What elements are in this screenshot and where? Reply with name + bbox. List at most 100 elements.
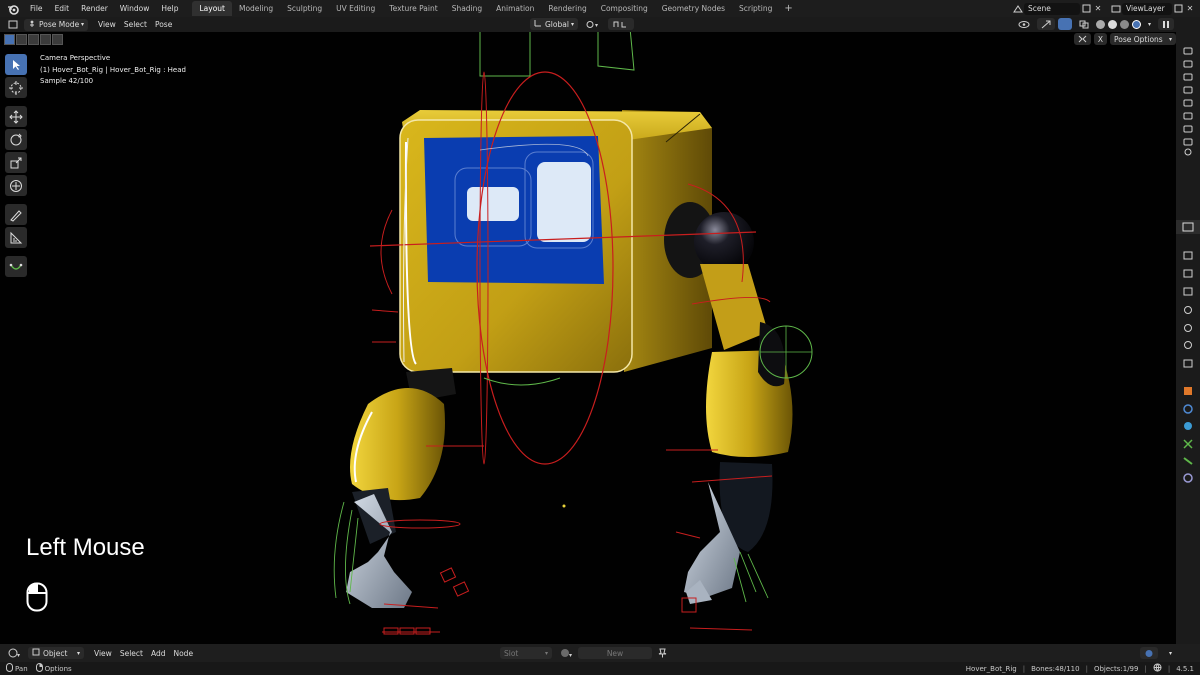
select-box-tool[interactable] [5,54,27,75]
scene-name: Scene [1028,4,1051,13]
selection-mode-toggles [4,34,63,45]
select-extend-icon[interactable] [16,34,27,45]
node-menu-view[interactable]: View [90,647,116,659]
node-overlay-icon[interactable] [1140,647,1158,659]
delete-view-layer-icon[interactable]: ✕ [1184,3,1196,15]
tab-uv-editing[interactable]: UV Editing [329,1,382,16]
pause-render-icon[interactable] [1158,18,1174,30]
status-object-name: Hover_Bot_Rig [965,664,1017,673]
shader-type-selector[interactable]: Object ▾ [28,647,84,659]
pin-icon[interactable] [654,647,671,659]
status-object-count: Objects:1/99 [1093,664,1139,673]
blender-logo-icon[interactable] [6,2,20,16]
node-menu-select[interactable]: Select [116,647,147,659]
chevron-down-icon: ▾ [76,649,80,657]
new-scene-icon[interactable] [1080,3,1092,15]
view-layer-selector[interactable]: ViewLayer [1122,2,1172,15]
overlays-toggle-icon[interactable] [1057,18,1072,30]
snap-button[interactable] [608,18,634,30]
tab-texture-paint[interactable]: Texture Paint [382,1,444,16]
menu-pose[interactable]: Pose [151,19,176,31]
menu-view[interactable]: View [94,19,120,31]
select-subtract-icon[interactable] [28,34,39,45]
annotate-tool[interactable] [5,204,27,225]
tab-sculpting[interactable]: Sculpting [280,1,329,16]
select-set-icon[interactable] [4,34,15,45]
rotate-tool[interactable] [5,129,27,150]
viewport-sample-label: Sample 42/100 [40,77,94,85]
menu-select[interactable]: Select [120,19,151,31]
transform-tool[interactable] [5,175,27,196]
properties-tab-icons [1176,47,1200,483]
tab-scripting[interactable]: Scripting [732,1,779,16]
pose-options-bar: X Pose Options ▾ [1073,33,1176,45]
tab-shading[interactable]: Shading [445,1,489,16]
scene-icon[interactable] [1012,3,1024,15]
scale-tool[interactable] [5,152,27,173]
rendered-shading-icon[interactable] [1131,19,1141,29]
menu-edit[interactable]: Edit [49,0,76,17]
menu-help[interactable]: Help [155,0,184,17]
chevron-down-icon[interactable]: ▾ [1165,647,1176,659]
tab-modeling[interactable]: Modeling [232,1,280,16]
mouse-icon [26,582,48,612]
transform-orientation-selector[interactable]: Global ▾ [530,18,578,30]
new-view-layer-icon[interactable] [1172,3,1184,15]
mode-selector[interactable]: Pose Mode ▾ [24,18,88,31]
tab-animation[interactable]: Animation [489,1,541,16]
solid-shading-icon[interactable] [1107,19,1117,29]
delete-scene-icon[interactable]: ✕ [1092,3,1104,15]
status-version: 4.5.1 [1176,664,1194,673]
wireframe-shading-icon[interactable] [1095,19,1105,29]
node-menu-node[interactable]: Node [169,647,197,659]
properties-tabs [1176,32,1200,644]
status-separator: | [1144,664,1147,673]
add-workspace-button[interactable]: + [779,3,797,14]
workspace-tabs: Layout Modeling Sculpting UV Editing Tex… [192,0,797,17]
node-editor-type-icon[interactable]: ▾ [4,647,24,659]
tab-geometry-nodes[interactable]: Geometry Nodes [655,1,732,16]
material-slot-selector[interactable]: Slot ▾ [500,647,552,659]
measure-tool[interactable] [5,227,27,248]
editor-type-button[interactable] [4,19,22,31]
shading-options-icon[interactable]: ▾ [1144,18,1155,30]
tab-rendering[interactable]: Rendering [541,1,593,16]
node-menu-add[interactable]: Add [147,647,170,659]
x-mirror-icon[interactable] [1073,33,1091,45]
menu-window[interactable]: Window [114,0,156,17]
view-layer-name: ViewLayer [1126,4,1165,13]
orientation-label: Global [545,19,569,29]
status-separator: | [1167,664,1171,673]
visibility-icon[interactable] [1014,18,1034,30]
cursor-tool[interactable] [5,77,27,98]
move-tool[interactable] [5,106,27,127]
tab-compositing[interactable]: Compositing [594,1,655,16]
bone-roll-tool[interactable] [5,256,27,277]
status-pan-label: Pan [15,664,28,673]
new-material-button[interactable]: New [578,647,652,659]
scene-selector[interactable]: Scene [1024,2,1080,15]
menu-file[interactable]: File [24,0,49,17]
gizmo-toggle-icon[interactable] [1036,18,1055,30]
browse-material-icon[interactable]: ▾ [556,647,576,659]
xray-toggle-icon[interactable] [1075,18,1093,30]
tab-layout[interactable]: Layout [192,1,232,16]
pivot-point-button[interactable]: ▾ [582,18,604,30]
status-options-label: Options [44,664,72,673]
pose-mode-icon [28,20,36,30]
menu-render[interactable]: Render [75,0,114,17]
node-editor-header: ▾ Object ▾ View Select Add Node Slot ▾ ▾… [0,644,1200,662]
chevron-down-icon: ▾ [570,20,574,28]
svg-text:▾: ▾ [17,652,20,658]
3d-viewport[interactable]: Camera Perspective (1) Hover_Bot_Rig | H… [0,32,1176,644]
viewport-camera-label: Camera Perspective [40,54,111,62]
toolbar-divider [5,100,29,104]
mouse-pan-icon [6,663,13,674]
select-intersect-icon[interactable] [52,34,63,45]
pose-options-dropdown[interactable]: Pose Options ▾ [1110,33,1176,45]
slot-label: Slot [504,648,519,658]
x-mirror-toggle[interactable]: X [1093,33,1107,45]
select-difference-icon[interactable] [40,34,51,45]
view-layer-icon[interactable] [1110,3,1122,15]
material-shading-icon[interactable] [1119,19,1129,29]
